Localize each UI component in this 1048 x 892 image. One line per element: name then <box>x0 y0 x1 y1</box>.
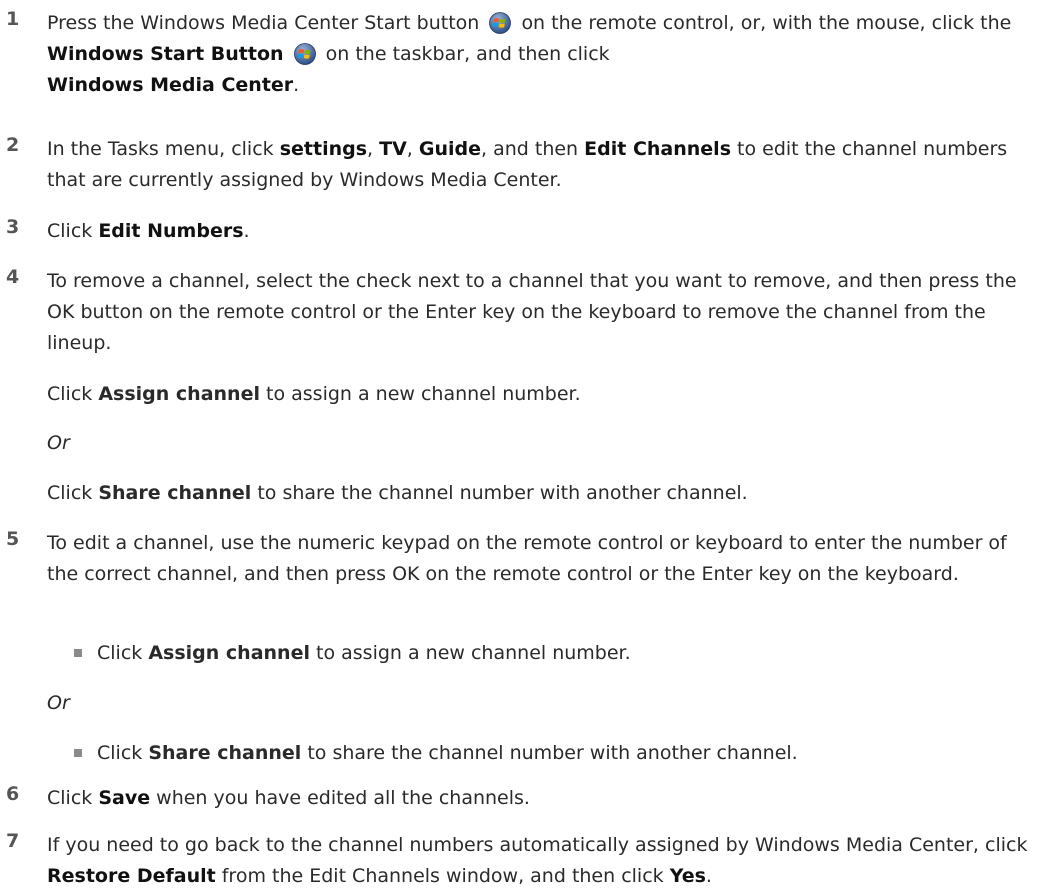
step-number: 2 <box>6 134 20 156</box>
step-5-assign: Click Assign channel to assign a new cha… <box>74 638 1030 669</box>
step-text: To remove a channel, select the check ne… <box>47 270 1017 354</box>
step-text: Press the Windows Media Center Start but… <box>47 12 1012 96</box>
step-number: 6 <box>6 783 20 805</box>
windows-start-icon <box>294 43 316 65</box>
bullet-icon <box>74 649 82 657</box>
windows-start-icon <box>489 12 511 34</box>
step-number: 5 <box>6 528 20 550</box>
step-4-or: Or <box>47 432 70 454</box>
step-1: 1 Press the Windows Media Center Start b… <box>0 8 1030 101</box>
step-4: 4 To remove a channel, select the check … <box>0 266 1030 359</box>
step-2: 2 In the Tasks menu, click settings, TV,… <box>0 134 1030 196</box>
step-number: 3 <box>6 216 20 238</box>
step-number: 1 <box>6 8 20 30</box>
instructions-page: 1 Press the Windows Media Center Start b… <box>0 0 1048 887</box>
step-number: 7 <box>6 830 20 852</box>
step-text: If you need to go back to the channel nu… <box>47 834 1028 887</box>
step-number: 4 <box>6 266 20 288</box>
step-6: 6 Click Save when you have edited all th… <box>0 783 1030 814</box>
step-4-share: Click Share channel to share the channel… <box>47 482 748 504</box>
step-5-or: Or <box>47 692 70 714</box>
bullet-icon <box>74 749 82 757</box>
step-text: To edit a channel, use the numeric keypa… <box>47 532 1007 585</box>
step-4-assign: Click Assign channel to assign a new cha… <box>47 383 581 405</box>
step-text: In the Tasks menu, click settings, TV, G… <box>47 138 1008 191</box>
step-7: 7 If you need to go back to the channel … <box>0 830 1030 892</box>
step-5-share: Click Share channel to share the channel… <box>74 738 1030 769</box>
step-text: Click Save when you have edited all the … <box>47 787 530 809</box>
step-text: Click Edit Numbers. <box>47 220 250 242</box>
step-3: 3 Click Edit Numbers. <box>0 216 1030 247</box>
step-5: 5 To edit a channel, use the numeric key… <box>0 528 1030 590</box>
